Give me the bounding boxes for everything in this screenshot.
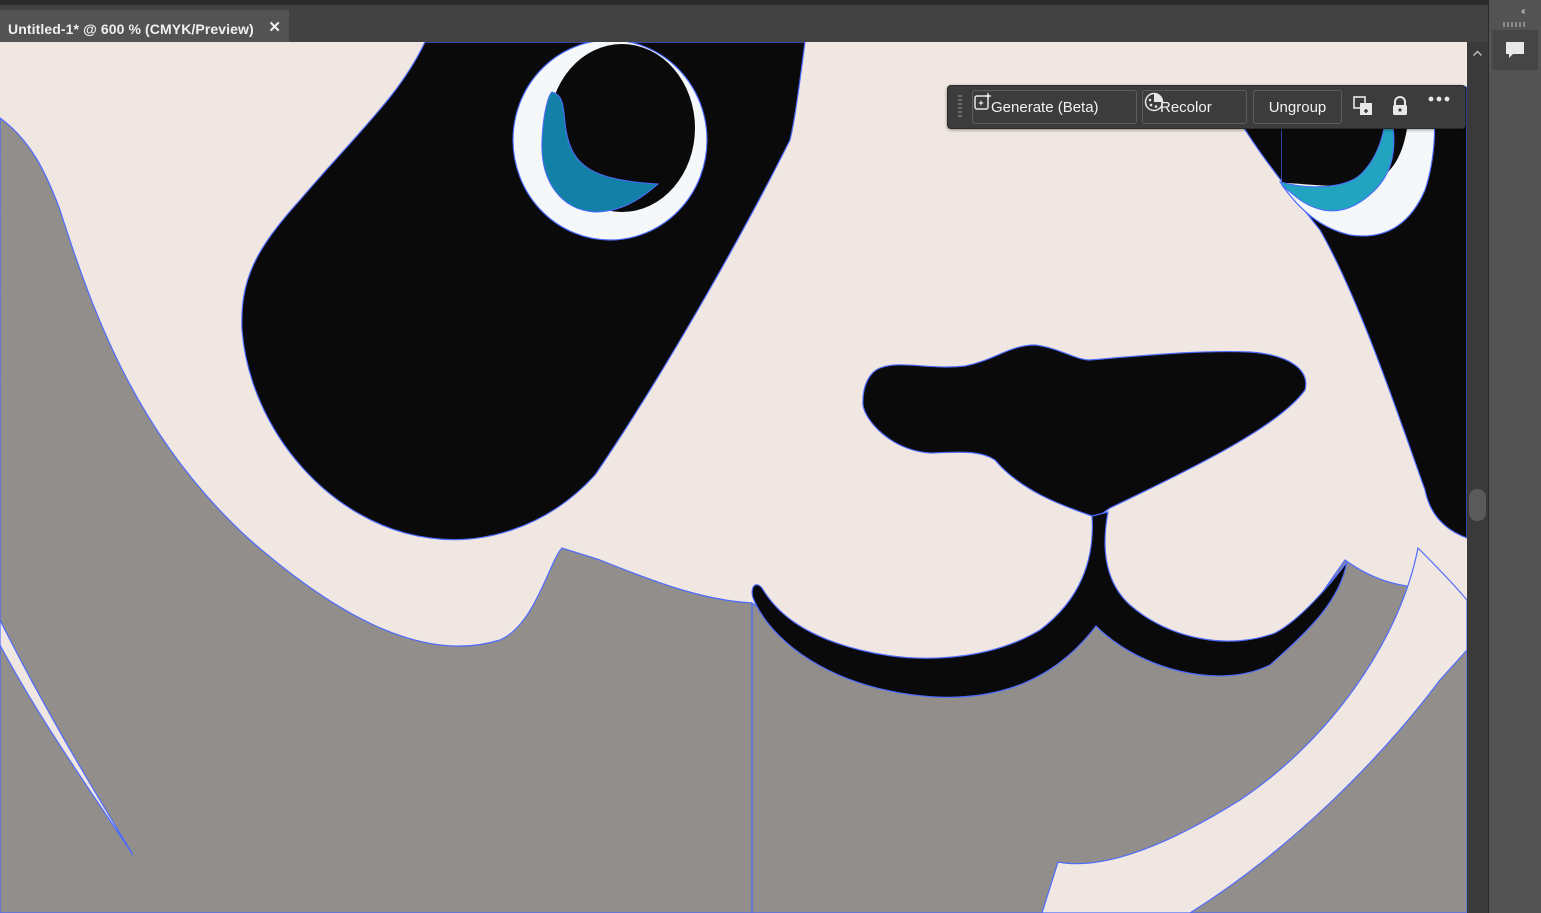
arrange-icon[interactable] [1352, 95, 1376, 119]
recolor-label: Recolor [1160, 98, 1212, 116]
panel-grip[interactable] [1503, 22, 1527, 27]
panda-artwork[interactable] [0, 42, 1467, 913]
lock-icon[interactable] [1390, 95, 1414, 119]
more-options-icon[interactable] [1428, 95, 1452, 119]
scroll-up-icon[interactable] [1472, 46, 1483, 57]
collapse-panels-icon[interactable]: ‹‹ [1521, 6, 1525, 17]
contextual-taskbar: Generate (Beta) Recolor Ungroup [947, 85, 1466, 129]
artboard-canvas[interactable]: Generate (Beta) Recolor Ungroup [0, 42, 1467, 913]
right-panel-dock: ‹‹ [1488, 0, 1541, 913]
document-tab-title: Untitled-1* @ 600 % (CMYK/Preview) [8, 20, 254, 37]
recolor-button[interactable]: Recolor [1142, 90, 1247, 124]
vertical-scrollbar[interactable] [1467, 42, 1488, 913]
document-tab-bar: Untitled-1* @ 600 % (CMYK/Preview) ✕ [0, 0, 1488, 47]
generate-beta-button[interactable]: Generate (Beta) [972, 90, 1137, 124]
generate-label: Generate (Beta) [991, 98, 1099, 116]
ungroup-button[interactable]: Ungroup [1253, 90, 1342, 124]
comments-icon [1504, 39, 1526, 61]
close-icon[interactable]: ✕ [268, 18, 281, 36]
taskbar-drag-handle[interactable] [958, 95, 962, 119]
ungroup-label: Ungroup [1268, 98, 1327, 116]
comments-button[interactable] [1492, 30, 1538, 70]
scrollbar-thumb[interactable] [1469, 489, 1486, 521]
